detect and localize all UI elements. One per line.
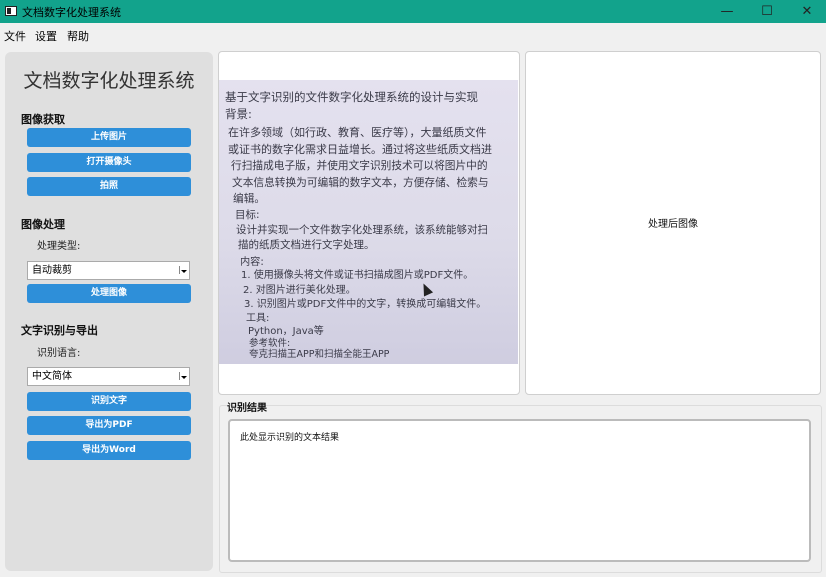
- control-sidebar: 文档数字化处理系统 图像获取 上传图片 打开摄像头 拍照 图像处理 处理类型: …: [5, 52, 213, 571]
- title-bar: 文档数字化处理系统 — ☐ ✕: [0, 0, 826, 23]
- result-text: 此处显示识别的文本结果: [240, 433, 340, 443]
- ocr-language-value: 中文简体: [32, 371, 72, 382]
- capture-photo-button[interactable]: 拍照: [27, 177, 191, 196]
- open-camera-button[interactable]: 打开摄像头: [27, 153, 191, 172]
- menu-bar: 文件 设置 帮助: [0, 23, 826, 45]
- ocr-language-label: 识别语言:: [37, 348, 81, 359]
- doc-line: 文本信息转换为可编辑的数字文本，方便存储、检索与: [232, 176, 489, 189]
- process-type-label: 处理类型:: [37, 241, 81, 252]
- ocr-language-select[interactable]: 中文简体: [27, 367, 190, 386]
- process-type-select[interactable]: 自动裁剪: [27, 261, 190, 280]
- doc-line: 编辑。: [233, 192, 266, 205]
- section-image-acquire: 图像获取: [21, 113, 65, 126]
- recognize-text-button[interactable]: 识别文字: [27, 392, 191, 411]
- process-type-value: 自动裁剪: [32, 265, 72, 276]
- process-image-button[interactable]: 处理图像: [27, 284, 191, 303]
- chevron-down-icon: [179, 372, 187, 380]
- result-heading: 识别结果: [227, 403, 267, 414]
- menu-file[interactable]: 文件: [4, 28, 26, 44]
- processed-image-placeholder: 处理后图像: [648, 219, 698, 230]
- section-image-process: 图像处理: [21, 218, 65, 231]
- export-word-button[interactable]: 导出为Word: [27, 441, 191, 460]
- chevron-down-icon: [179, 266, 187, 274]
- doc-line: 描的纸质文档进行文字处理。: [238, 239, 375, 251]
- doc-line: 设计并实现一个文件数字化处理系统，该系统能够对扫: [236, 224, 488, 236]
- original-document-image: 基于文字识别的文件数字化处理系统的设计与实现 背景: 在许多领域（如行政、教育、…: [219, 80, 518, 364]
- doc-line: 在许多领域（如行政、教育、医疗等），大量纸质文件: [228, 126, 487, 139]
- sidebar-title: 文档数字化处理系统: [23, 70, 195, 92]
- section-ocr-export: 文字识别与导出: [21, 324, 98, 337]
- menu-help[interactable]: 帮助: [67, 28, 89, 44]
- maximize-button[interactable]: ☐: [747, 0, 787, 23]
- processed-image-panel: 处理后图像: [525, 51, 821, 395]
- doc-line: 背景:: [225, 107, 252, 121]
- doc-line: 或证书的数字化需求日益增长。通过将这些纸质文档进: [228, 143, 492, 156]
- doc-line: 夸克扫描王APP和扫描全能王APP: [249, 349, 390, 360]
- doc-line: 基于文字识别的文件数字化处理系统的设计与实现: [225, 90, 478, 104]
- doc-line: 3. 识别图片或PDF文件中的文字，转换成可编辑文件。: [244, 299, 487, 310]
- close-button[interactable]: ✕: [787, 0, 826, 23]
- doc-line: 行扫描成电子版，并使用文字识别技术可以将图片中的: [231, 159, 488, 172]
- result-textarea[interactable]: 此处显示识别的文本结果: [228, 419, 811, 562]
- export-pdf-button[interactable]: 导出为PDF: [27, 416, 191, 435]
- window-title: 文档数字化处理系统: [22, 6, 121, 19]
- upload-image-button[interactable]: 上传图片: [27, 128, 191, 147]
- app-icon: [5, 6, 17, 16]
- menu-settings[interactable]: 设置: [35, 28, 57, 44]
- doc-line: 1. 使用摄像头将文件或证书扫描成图片或PDF文件。: [241, 270, 474, 281]
- doc-line: 2. 对图片进行美化处理。: [243, 285, 356, 296]
- doc-line: 目标:: [235, 209, 260, 221]
- minimize-button[interactable]: —: [707, 0, 747, 23]
